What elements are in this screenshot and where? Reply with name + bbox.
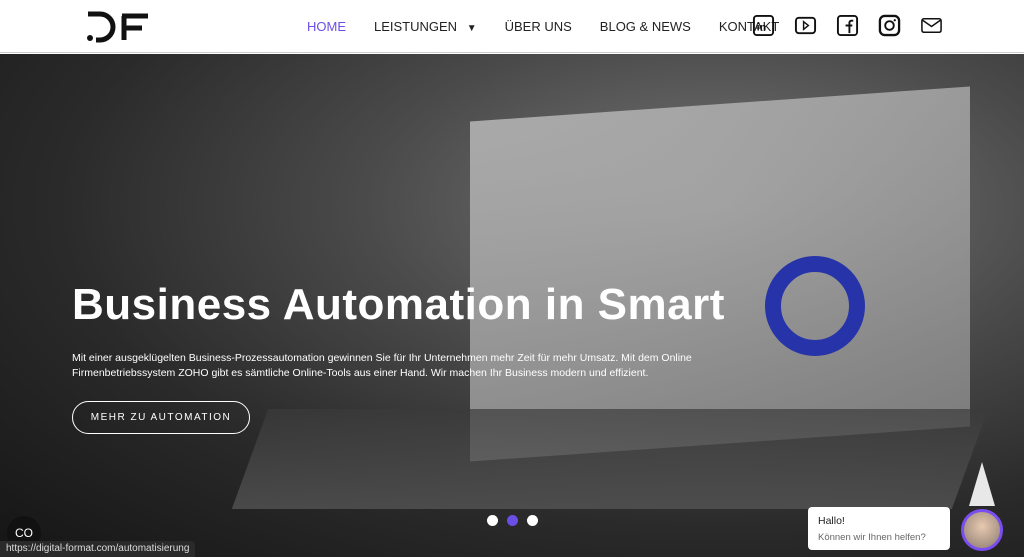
christmas-tree-icon bbox=[969, 462, 995, 506]
social-links: in bbox=[752, 14, 943, 37]
nav-home[interactable]: HOME bbox=[307, 19, 346, 34]
youtube-icon[interactable] bbox=[794, 14, 817, 37]
laptop-screen-image bbox=[470, 86, 970, 462]
status-bar-url: https://digital-format.com/automatisieru… bbox=[0, 541, 196, 557]
laptop-keyboard-image bbox=[231, 409, 989, 509]
instagram-icon[interactable] bbox=[878, 14, 901, 37]
chat-greeting: Hallo! bbox=[818, 515, 845, 527]
facebook-icon[interactable] bbox=[836, 14, 859, 37]
nav-blog[interactable]: BLOG & NEWS bbox=[600, 19, 691, 34]
logo[interactable] bbox=[86, 11, 150, 43]
slide-dot-3[interactable] bbox=[527, 515, 538, 526]
donut-chart-image bbox=[765, 256, 865, 356]
hero-title: Business Automation in Smart bbox=[72, 280, 725, 329]
chat-bubble[interactable]: Hallo! Können wir Ihnen helfen? bbox=[808, 507, 950, 550]
slider-dots bbox=[487, 515, 538, 526]
linkedin-icon[interactable]: in bbox=[752, 14, 775, 37]
chat-subtext: Können wir Ihnen helfen? bbox=[818, 532, 926, 543]
svg-text:in: in bbox=[757, 21, 766, 33]
slide-dot-2[interactable] bbox=[507, 515, 518, 526]
hero-slider: Business Automation in Smart Mit einer a… bbox=[0, 54, 1024, 557]
nav-leistungen[interactable]: LEISTUNGEN ▼ bbox=[374, 19, 477, 34]
hero-description: Mit einer ausgeklügelten Business-Prozes… bbox=[72, 352, 692, 379]
slide-dot-1[interactable] bbox=[487, 515, 498, 526]
main-nav: HOME LEISTUNGEN ▼ ÜBER UNS BLOG & NEWS K… bbox=[307, 19, 779, 34]
nav-label: LEISTUNGEN bbox=[374, 19, 458, 34]
nav-ueber-uns[interactable]: ÜBER UNS bbox=[505, 19, 572, 34]
mail-icon[interactable] bbox=[920, 14, 943, 37]
caret-down-icon: ▼ bbox=[466, 23, 477, 34]
chat-avatar[interactable] bbox=[961, 509, 1003, 551]
mehr-zu-automation-button[interactable]: MEHR ZU AUTOMATION bbox=[72, 401, 250, 434]
site-header: HOME LEISTUNGEN ▼ ÜBER UNS BLOG & NEWS K… bbox=[0, 0, 1024, 53]
